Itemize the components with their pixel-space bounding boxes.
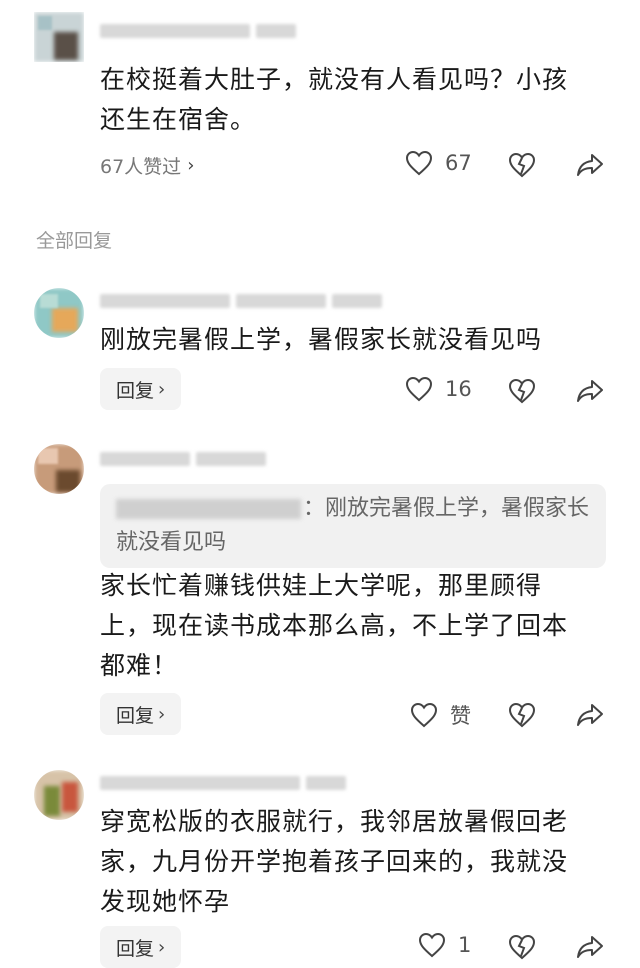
reply-button[interactable]: 回复 ›	[100, 926, 182, 968]
chevron-right-icon: ›	[158, 936, 166, 958]
share-button[interactable]	[576, 152, 604, 178]
share-arrow-icon	[577, 380, 603, 402]
username-blurred[interactable]	[100, 774, 346, 792]
share-arrow-icon	[577, 704, 603, 726]
like-button[interactable]: 1	[418, 932, 471, 958]
broken-heart-icon	[508, 152, 536, 178]
reply-text: 刚放完暑假上学，暑假家长就没看见吗	[100, 325, 543, 354]
reply-text: 穿宽松版的衣服就行，我邻居放暑假回老家，九月份开学抱着孩子回来的，我就没发现她怀…	[100, 807, 569, 916]
avatar[interactable]	[34, 288, 84, 338]
dislike-button[interactable]	[508, 702, 536, 728]
reply-button-label: 回复	[116, 704, 155, 727]
broken-heart-icon	[508, 934, 536, 960]
avatar[interactable]	[34, 12, 84, 62]
reply-button[interactable]: 回复 ›	[100, 693, 182, 735]
likes-summary-link[interactable]: 67人赞过 ›	[100, 152, 194, 179]
dislike-button[interactable]	[508, 934, 536, 960]
avatar[interactable]	[34, 444, 84, 494]
heart-outline-icon	[405, 376, 433, 402]
reply-button-label: 回复	[116, 937, 155, 960]
username-blurred[interactable]	[100, 450, 266, 468]
heart-outline-icon	[405, 150, 433, 176]
share-arrow-icon	[577, 936, 603, 958]
like-button[interactable]: 16	[405, 376, 472, 402]
username-blurred[interactable]	[100, 22, 296, 40]
share-button[interactable]	[576, 378, 604, 404]
heart-outline-icon	[410, 702, 438, 728]
quoted-reply: ：刚放完暑假上学，暑假家长就没看见吗	[100, 484, 606, 568]
quoted-username-blurred	[116, 499, 301, 519]
chevron-right-icon: ›	[158, 378, 166, 400]
section-label: 全部回复	[36, 230, 113, 252]
broken-heart-icon	[508, 702, 536, 728]
comment-text: 在校挺着大肚子，就没有人看见吗？小孩还生在宿舍。	[100, 65, 569, 134]
like-button[interactable]: 67	[405, 150, 472, 176]
dislike-button[interactable]	[508, 378, 536, 404]
like-count: 1	[458, 933, 472, 957]
likes-summary-label: 67人赞过	[100, 156, 182, 178]
dislike-button[interactable]	[508, 152, 536, 178]
share-arrow-icon	[577, 154, 603, 176]
chevron-right-icon: ›	[187, 155, 195, 176]
like-count: 67	[445, 151, 472, 175]
like-count: 16	[445, 377, 472, 401]
reply-button[interactable]: 回复 ›	[100, 368, 182, 410]
share-button[interactable]	[576, 934, 604, 960]
like-button[interactable]: 赞	[410, 700, 471, 730]
share-button[interactable]	[576, 702, 604, 728]
broken-heart-icon	[508, 378, 536, 404]
reply-button-label: 回复	[116, 379, 155, 402]
avatar[interactable]	[34, 770, 84, 820]
heart-outline-icon	[418, 932, 446, 958]
like-label: 赞	[450, 704, 471, 728]
username-blurred[interactable]	[100, 292, 382, 310]
reply-text: 家长忙着赚钱供娃上大学呢，那里顾得上，现在读书成本那么高，不上学了回本都难！	[100, 571, 569, 680]
chevron-right-icon: ›	[158, 703, 166, 725]
